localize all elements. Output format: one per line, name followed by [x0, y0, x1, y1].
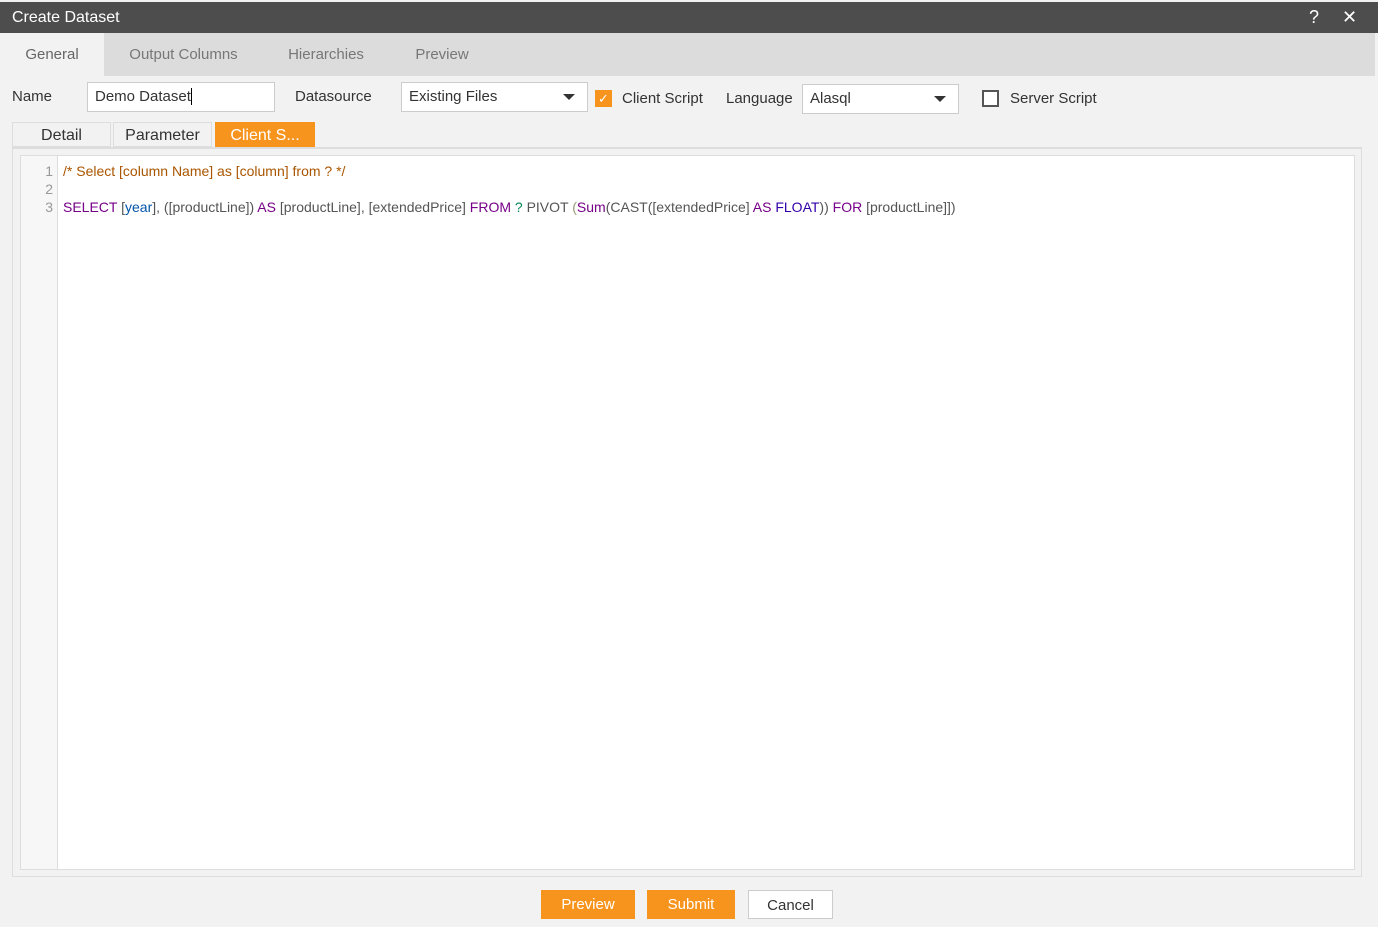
code-token: Sum	[576, 199, 606, 215]
subtab-client-script[interactable]: Client S...	[215, 122, 315, 147]
code-token: (CAST([extendedPrice]	[605, 199, 753, 215]
chevron-down-icon	[934, 96, 946, 102]
code-token: SELECT	[63, 199, 118, 215]
submit-button[interactable]: Submit	[647, 890, 735, 919]
server-script-label: Server Script	[1010, 90, 1097, 107]
code-token: year	[125, 199, 153, 215]
code-token: [productLine]	[862, 199, 948, 215]
line-gutter: 1 2 3	[21, 156, 58, 869]
tab-general[interactable]: General	[0, 33, 104, 76]
client-script-label: Client Script	[622, 90, 703, 107]
datasource-value: Existing Files	[409, 88, 498, 105]
language-label: Language	[726, 90, 793, 107]
chevron-down-icon	[563, 94, 575, 100]
preview-button[interactable]: Preview	[541, 890, 635, 919]
code-line-1: /* Select [column Name] as [column] from…	[63, 163, 346, 179]
code-token: FLOAT	[771, 199, 820, 215]
close-icon[interactable]: ✕	[1342, 2, 1357, 33]
subtab-detail[interactable]: Detail	[12, 122, 111, 147]
name-label: Name	[12, 88, 53, 105]
line-number: 2	[45, 181, 53, 197]
code-token: ], ([productLine])	[152, 199, 258, 215]
datasource-label: Datasource	[295, 88, 372, 105]
tab-output-columns[interactable]: Output Columns	[112, 33, 255, 76]
language-value: Alasql	[810, 90, 851, 107]
dialog-title: Create Dataset	[12, 9, 120, 26]
code-token: ?	[511, 199, 527, 215]
check-icon: ✓	[598, 91, 609, 106]
code-token: PIVOT	[526, 199, 573, 215]
main-tabs: General Output Columns Hierarchies Previ…	[0, 33, 1375, 76]
code-editor[interactable]: 1 2 3 /* Select [column Name] as [column…	[20, 155, 1355, 870]
code-token: [	[117, 199, 125, 215]
datasource-select[interactable]: Existing Files	[401, 82, 588, 112]
line-number: 1	[45, 163, 53, 179]
code-token: AS	[752, 199, 772, 215]
code-token: ))	[819, 199, 833, 215]
subtab-parameter[interactable]: Parameter	[113, 122, 212, 147]
language-select[interactable]: Alasql	[802, 84, 959, 114]
tab-hierarchies[interactable]: Hierarchies	[270, 33, 382, 76]
code-token: AS	[257, 199, 276, 215]
server-script-checkbox[interactable]	[982, 90, 999, 107]
name-input[interactable]: Demo Dataset	[87, 82, 275, 112]
client-script-checkbox[interactable]: ✓	[595, 90, 612, 107]
title-bar: Create Dataset ? ✕	[0, 2, 1378, 33]
code-token: FROM	[469, 199, 511, 215]
code-token: ])	[947, 199, 956, 215]
code-token: [productLine], [extendedPrice]	[275, 199, 470, 215]
code-token: FOR	[832, 199, 863, 215]
code-line-3: SELECT [year], ([productLine]) AS [produ…	[63, 198, 956, 216]
line-number: 3	[45, 199, 53, 215]
help-icon[interactable]: ?	[1309, 2, 1319, 33]
tab-preview[interactable]: Preview	[395, 33, 489, 76]
name-value: Demo Dataset	[95, 88, 191, 105]
cancel-button[interactable]: Cancel	[748, 890, 833, 919]
